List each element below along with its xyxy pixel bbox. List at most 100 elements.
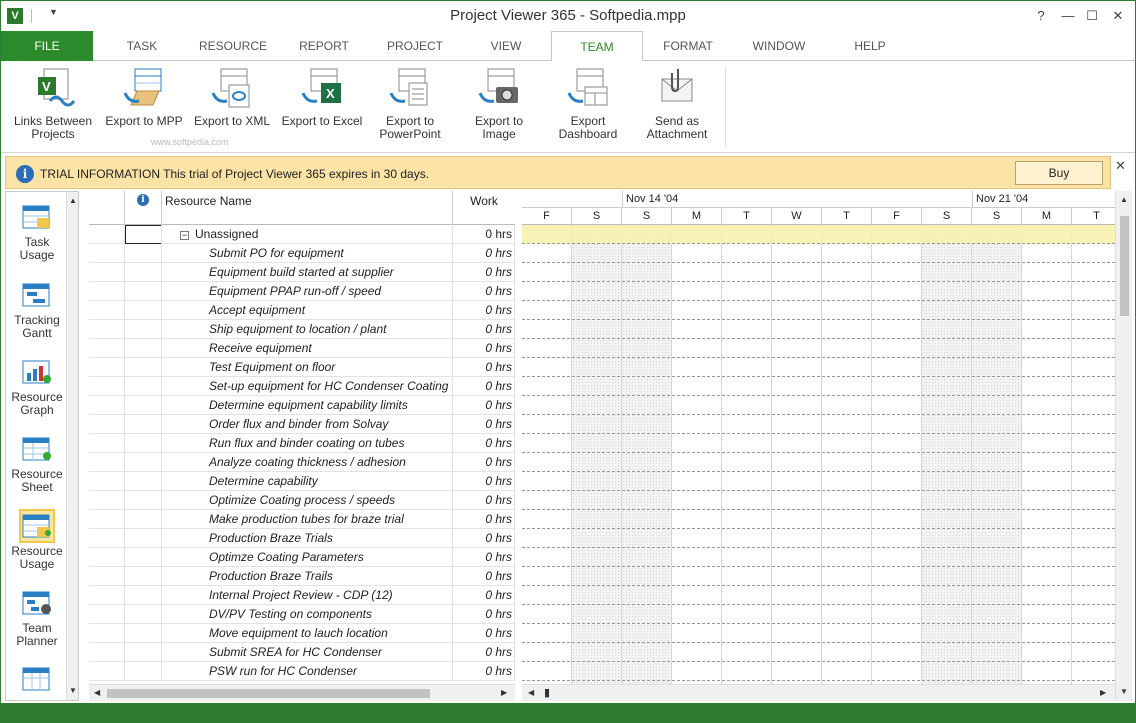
scroll-up-icon[interactable]: ▲ <box>69 196 77 205</box>
table-row[interactable]: Determine equipment capability limits 0 h… <box>89 396 515 415</box>
tab-view[interactable]: VIEW <box>461 31 551 61</box>
assignment-name-cell[interactable]: Order flux and binder from Solvay <box>162 415 453 434</box>
table-row[interactable]: DV/PV Testing on components 0 hrs <box>89 605 515 624</box>
assignment-name-cell[interactable]: Make production tubes for braze trial <box>162 510 453 529</box>
assignment-name-cell[interactable]: Analyze coating thickness / adhesion <box>162 453 453 472</box>
table-row[interactable]: Accept equipment 0 hrs <box>89 301 515 320</box>
assignment-name-cell[interactable]: Ship equipment to location / plant <box>162 320 453 339</box>
table-row[interactable]: Order flux and binder from Solvay 0 hrs <box>89 415 515 434</box>
table-row[interactable]: Set-up equipment for HC Condenser Coatin… <box>89 377 515 396</box>
table-row[interactable]: Submit PO for equipment 0 hrs <box>89 244 515 263</box>
tab-file[interactable]: FILE <box>1 31 93 61</box>
timescale-scroll-thumb[interactable]: ▮ <box>544 686 550 699</box>
work-cell[interactable]: 0 hrs <box>453 225 515 244</box>
table-row[interactable]: Optimze Coating Parameters 0 hrs <box>89 548 515 567</box>
work-cell[interactable]: 0 hrs <box>453 472 515 491</box>
assignment-name-cell[interactable]: Optimize Coating process / speeds <box>162 491 453 510</box>
work-header[interactable]: Work <box>453 191 515 225</box>
assignment-name-cell[interactable]: Move equipment to lauch location <box>162 624 453 643</box>
assignment-name-cell[interactable]: Receive equipment <box>162 339 453 358</box>
view-team-planner[interactable]: Team Planner <box>6 588 68 648</box>
assignment-name-cell[interactable]: Set-up equipment for HC Condenser Coatin… <box>162 377 453 396</box>
assignment-name-cell[interactable]: Test Equipment on floor <box>162 358 453 377</box>
view-resource-graph[interactable]: Resource Graph <box>6 357 68 417</box>
table-row[interactable]: Internal Project Review - CDP (12) 0 hrs <box>89 586 515 605</box>
work-cell[interactable]: 0 hrs <box>453 434 515 453</box>
grid-horizontal-scrollbar[interactable]: ◀ ▶ <box>89 684 515 701</box>
collapse-icon[interactable]: − <box>180 231 189 240</box>
work-cell[interactable]: 0 hrs <box>453 339 515 358</box>
table-row[interactable]: Equipment PPAP run-off / speed 0 hrs <box>89 282 515 301</box>
table-row[interactable]: PSW run for HC Condenser 0 hrs <box>89 662 515 681</box>
view-resource-usage[interactable]: Resource Usage <box>6 509 68 571</box>
table-row[interactable]: Analyze coating thickness / adhesion 0 hr… <box>89 453 515 472</box>
grid-scroll-thumb[interactable] <box>107 689 430 698</box>
row-number-header[interactable] <box>89 191 125 225</box>
timescale-horizontal-scrollbar[interactable]: ◀ ▮ ▶ <box>522 684 1115 701</box>
tab-format[interactable]: FORMAT <box>643 31 733 61</box>
send-as-attachment-button[interactable]: Send as Attachment <box>641 67 713 141</box>
scroll-right-icon[interactable]: ▶ <box>501 688 507 697</box>
table-row[interactable]: Production Braze Trials 0 hrs <box>89 529 515 548</box>
table-row[interactable]: Test Equipment on floor 0 hrs <box>89 358 515 377</box>
view-task-usage[interactable]: Task Usage <box>6 202 68 262</box>
assignment-name-cell[interactable]: Submit PO for equipment <box>162 244 453 263</box>
work-cell[interactable]: 0 hrs <box>453 624 515 643</box>
table-row[interactable]: Run flux and binder coating on tubes 0 hr… <box>89 434 515 453</box>
resource-name-header[interactable]: Resource Name <box>162 191 453 225</box>
work-cell[interactable]: 0 hrs <box>453 567 515 586</box>
table-row[interactable]: Ship equipment to location / plant 0 hrs <box>89 320 515 339</box>
timescale-scroll-left-icon[interactable]: ◀ <box>528 688 534 697</box>
work-cell[interactable]: 0 hrs <box>453 377 515 396</box>
work-cell[interactable]: 0 hrs <box>453 491 515 510</box>
export-image-button[interactable]: Export to Image <box>457 67 541 141</box>
scroll-left-icon[interactable]: ◀ <box>94 688 100 697</box>
resource-name-cell[interactable]: − Unassigned <box>162 225 453 244</box>
table-row[interactable]: Production Braze Trails 0 hrs <box>89 567 515 586</box>
assignment-name-cell[interactable]: Equipment build started at supplier <box>162 263 453 282</box>
view-tracking-gantt[interactable]: Tracking Gantt <box>6 280 68 340</box>
work-cell[interactable]: 0 hrs <box>453 396 515 415</box>
buy-button[interactable]: Buy <box>1015 161 1103 185</box>
close-infobar-icon[interactable]: ✕ <box>1115 158 1126 174</box>
view-bar-scrollbar[interactable]: ▲ ▼ <box>66 192 78 700</box>
table-row[interactable]: Equipment build started at supplier 0 hrs <box>89 263 515 282</box>
assignment-name-cell[interactable]: Production Braze Trails <box>162 567 453 586</box>
help-icon[interactable]: ? <box>1028 5 1054 27</box>
work-cell[interactable]: 0 hrs <box>453 263 515 282</box>
links-between-projects-button[interactable]: V Links Between Projects <box>9 67 97 141</box>
work-cell[interactable]: 0 hrs <box>453 529 515 548</box>
work-cell[interactable]: 0 hrs <box>453 415 515 434</box>
close-button[interactable]: ✕ <box>1105 5 1131 27</box>
assignment-name-cell[interactable]: Equipment PPAP run-off / speed <box>162 282 453 301</box>
assignment-name-cell[interactable]: Determine capability <box>162 472 453 491</box>
main-vertical-scrollbar[interactable]: ▲ ▼ <box>1115 191 1132 701</box>
tab-resource[interactable]: RESOURCE <box>187 31 279 61</box>
work-cell[interactable]: 0 hrs <box>453 662 515 681</box>
assignment-name-cell[interactable]: Production Braze Trials <box>162 529 453 548</box>
table-row[interactable]: Optimize Coating process / speeds 0 hrs <box>89 491 515 510</box>
assignment-name-cell[interactable]: Internal Project Review - CDP (12) <box>162 586 453 605</box>
table-row[interactable]: Submit SREA for HC Condenser 0 hrs <box>89 643 515 662</box>
assignment-name-cell[interactable]: Run flux and binder coating on tubes <box>162 434 453 453</box>
export-excel-button[interactable]: X Export to Excel <box>281 67 363 128</box>
tab-team[interactable]: TEAM <box>551 31 643 62</box>
view-resource-sheet[interactable]: Resource Sheet <box>6 434 68 494</box>
assignment-name-cell[interactable]: Accept equipment <box>162 301 453 320</box>
tab-task[interactable]: TASK <box>97 31 187 61</box>
export-xml-button[interactable]: Export to XML <box>193 67 271 128</box>
tab-report[interactable]: REPORT <box>279 31 369 61</box>
work-cell[interactable]: 0 hrs <box>453 301 515 320</box>
work-cell[interactable]: 0 hrs <box>453 643 515 662</box>
work-cell[interactable]: 0 hrs <box>453 358 515 377</box>
work-cell[interactable]: 0 hrs <box>453 548 515 567</box>
export-powerpoint-button[interactable]: Export to PowerPoint <box>373 67 447 141</box>
indicators-header[interactable]: i <box>125 191 162 225</box>
export-mpp-button[interactable]: Export to MPP <box>105 67 183 128</box>
maximize-button[interactable]: ☐ <box>1079 5 1105 27</box>
tab-help[interactable]: HELP <box>825 31 915 61</box>
table-row-group[interactable]: − Unassigned 0 hrs <box>89 225 515 244</box>
assignment-name-cell[interactable]: Submit SREA for HC Condenser <box>162 643 453 662</box>
export-dashboard-button[interactable]: Export Dashboard <box>553 67 623 141</box>
tab-project[interactable]: PROJECT <box>369 31 461 61</box>
